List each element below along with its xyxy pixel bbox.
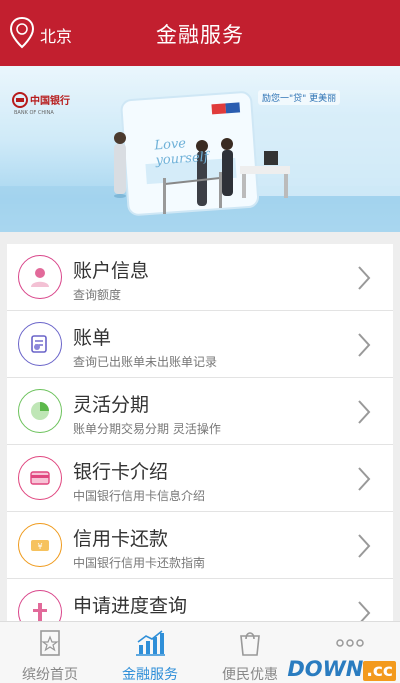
menu-item-title: 账户信息 bbox=[73, 260, 150, 282]
card-text: Love yourself bbox=[154, 136, 210, 169]
menu-item-repayment[interactable]: ¥ 信用卡还款 中国银行信用卡还款指南 bbox=[7, 512, 393, 579]
bill-icon bbox=[18, 322, 62, 366]
chevron-right-icon bbox=[357, 466, 371, 496]
tab-label: 便民优惠 bbox=[222, 667, 278, 683]
bag-icon bbox=[236, 628, 264, 662]
watermark-text: DOWN bbox=[287, 657, 364, 681]
svg-text:¥: ¥ bbox=[37, 542, 42, 551]
menu-item-account-info[interactable]: 账户信息 查询额度 bbox=[7, 244, 393, 311]
chevron-right-icon bbox=[357, 399, 371, 429]
chevron-right-icon bbox=[357, 265, 371, 295]
menu-item-installment[interactable]: 灵活分期 账单分期交易分期 灵活操作 bbox=[7, 378, 393, 445]
tab-finance[interactable]: 金融服务 bbox=[100, 622, 200, 683]
menu-item-title: 账单 bbox=[73, 327, 112, 349]
bar-chart-icon bbox=[134, 628, 166, 662]
menu-item-subtitle: 中国银行信用卡还款指南 bbox=[73, 556, 206, 570]
user-icon bbox=[18, 255, 62, 299]
menu-item-subtitle: 查询已出账单未出账单记录 bbox=[73, 355, 218, 369]
chevron-right-icon bbox=[357, 533, 371, 563]
tab-home[interactable]: 缤纷首页 bbox=[0, 622, 100, 683]
card-icon bbox=[18, 456, 62, 500]
tab-label: 金融服务 bbox=[122, 667, 178, 683]
tab-label: 缤纷首页 bbox=[22, 667, 78, 683]
menu-item-subtitle: 账单分期交易分期 灵活操作 bbox=[73, 422, 221, 436]
pie-chart-icon bbox=[18, 389, 62, 433]
tab-offers[interactable]: 便民优惠 bbox=[200, 622, 300, 683]
promo-banner[interactable]: 中国银行 BANK OF CHINA Love yourself 励您一"贷" … bbox=[0, 66, 400, 232]
page-title: 金融服务 bbox=[156, 23, 244, 47]
chevron-right-icon bbox=[357, 332, 371, 362]
watermark-suffix: .cc bbox=[363, 661, 396, 681]
money-icon: ¥ bbox=[18, 523, 62, 567]
menu-item-title: 灵活分期 bbox=[73, 394, 150, 416]
top-bar: 北京 金融服务 bbox=[0, 0, 400, 66]
menu-item-title: 信用卡还款 bbox=[73, 528, 169, 550]
menu-item-subtitle: 中国银行信用卡信息介绍 bbox=[73, 489, 206, 503]
service-list: 账户信息 查询额度 账单 查询已出账单未出账单记录 灵活分期 账单分期交易分期 … bbox=[7, 244, 393, 646]
menu-item-title: 申请进度查询 bbox=[73, 595, 188, 617]
menu-item-subtitle: 查询额度 bbox=[73, 288, 122, 302]
banner-slogan: 励您一"贷" 更美丽 bbox=[258, 90, 341, 105]
menu-item-bill[interactable]: 账单 查询已出账单未出账单记录 bbox=[7, 311, 393, 378]
bank-logo-name: 中国银行 bbox=[30, 96, 70, 107]
star-icon bbox=[36, 628, 64, 662]
bank-logo-english: BANK OF CHINA bbox=[14, 110, 54, 116]
menu-item-card-intro[interactable]: 银行卡介绍 中国银行信用卡信息介绍 bbox=[7, 445, 393, 512]
watermark-logo: DOWN .cc bbox=[287, 657, 396, 681]
menu-item-title: 银行卡介绍 bbox=[73, 461, 169, 483]
